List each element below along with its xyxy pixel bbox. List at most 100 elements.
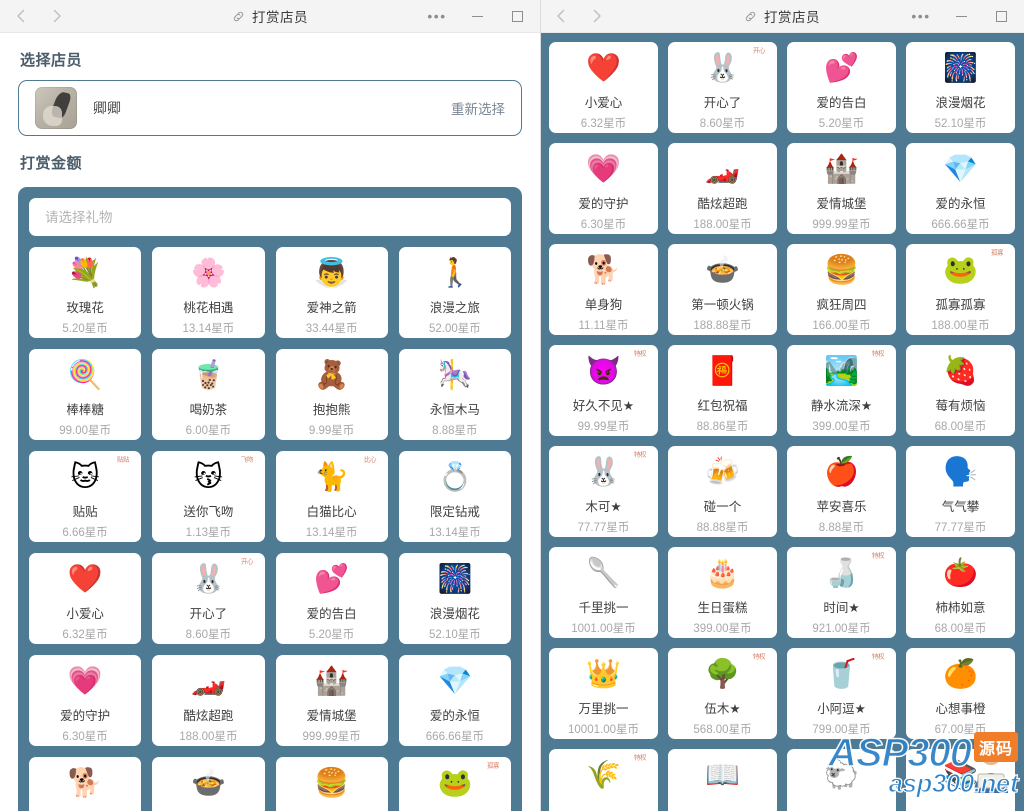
gift-name: 气气攀 [941,500,980,514]
gift-card[interactable]: 👼 爱神之箭 33.44星币 [275,247,388,338]
gift-card[interactable]: 💕 爱的告白 5.20星币 [275,553,388,644]
gift-card[interactable]: 开心 🐰 开心了 8.60星币 [668,42,777,133]
gift-card[interactable]: 📚 [906,749,1015,811]
minimize-button[interactable] [470,9,484,23]
gift-card[interactable]: 💕 爱的告白 5.20星币 [787,42,896,133]
more-options-button[interactable]: ••• [911,9,929,23]
more-options-button[interactable]: ••• [427,9,445,23]
gift-image-icon: 🎆 [437,563,473,594]
gift-name: 伍木★ [704,702,741,716]
gift-name: 红包祝福 [697,399,748,413]
gift-price: 188.00星币 [179,731,238,743]
gift-price: 52.00星币 [428,323,481,335]
gift-card[interactable]: 特权 👿 好久不见★ 99.99星币 [549,345,658,436]
gift-card[interactable]: 特权 🍶 时间★ 921.00星币 [787,547,896,638]
gift-card[interactable]: 开心 🐰 开心了 8.60星币 [152,553,265,644]
gift-grid-right: ❤️ 小爱心 6.32星币 开心 🐰 开心了 8.60星币 💕 爱的告白 5.20星币 🎆 浪漫烟花 5… [549,42,1015,811]
gift-card[interactable]: 🎂 生日蛋糕 399.00星币 [668,547,777,638]
maximize-button[interactable] [510,9,524,23]
gift-card[interactable]: 🍲第一顿火锅188.88星币 [152,757,265,811]
gift-card[interactable]: 🚶 浪漫之旅 52.00星币 [398,247,511,338]
avatar [35,87,77,129]
gift-search-input[interactable] [43,208,497,226]
back-icon[interactable] [554,9,568,23]
gift-card[interactable]: 🎠 永恒木马 8.88星币 [398,349,511,440]
gift-image-icon: 🎆 [943,52,978,83]
gift-price: 10001.00星币 [568,724,639,736]
gift-name: 孤寡孤寡 [430,807,480,811]
gift-image-icon: 🍻 [705,456,740,487]
gift-card[interactable]: 飞吻 😽 送你飞吻 1.13星币 [152,451,265,542]
gift-card[interactable]: 🧋 喝奶茶 6.00星币 [152,349,265,440]
gift-card[interactable]: 🍎 苹安喜乐 8.88星币 [787,446,896,537]
gift-card[interactable]: 比心 🐈 白猫比心 13.14星币 [275,451,388,542]
gift-search-box[interactable] [29,198,511,236]
gift-card[interactable]: 🥄 千里挑一 1001.00星币 [549,547,658,638]
gift-card[interactable]: 🍭 棒棒糖 99.00星币 [29,349,142,440]
gift-card[interactable]: 特权 🏞️ 静水流深★ 399.00星币 [787,345,896,436]
gift-card[interactable]: ❤️ 小爱心 6.32星币 [29,553,142,644]
gift-badge: 特权 [872,350,884,358]
gift-card[interactable]: 💍 限定钻戒 13.14星币 [398,451,511,542]
gift-card[interactable]: 🍔疯狂周四166.00星币 [275,757,388,811]
gift-card[interactable]: 特权 🥤 小阿逗★ 799.00星币 [787,648,896,739]
gift-price: 999.99星币 [302,731,361,743]
gift-card[interactable]: 🍊 心想事橙 67.00星币 [906,648,1015,739]
gift-card[interactable]: 特权 🐰 木可★ 77.77星币 [549,446,658,537]
back-icon[interactable] [14,9,28,23]
forward-icon[interactable] [50,9,64,23]
gift-card[interactable]: 🍅 柿柿如意 68.00星币 [906,547,1015,638]
gift-card[interactable]: 💗 爱的守护 6.30星币 [549,143,658,234]
gift-card[interactable]: 🏰 爱情城堡 999.99星币 [787,143,896,234]
gift-price: 52.10星币 [934,118,987,130]
selected-staff-card[interactable]: 卿卿 重新选择 [18,80,522,136]
gift-card[interactable]: 🐕单身狗11.11星币 [549,244,658,335]
maximize-button[interactable] [994,9,1008,23]
gift-price: 11.11星币 [578,320,629,332]
gift-card[interactable]: 🍔疯狂周四166.00星币 [787,244,896,335]
gift-image-icon: 🐕 [67,767,103,798]
gift-card[interactable]: 🐑 [787,749,896,811]
gift-image-icon: 🚶 [437,257,473,288]
gift-card[interactable]: 🏰 爱情城堡 999.99星币 [275,655,388,746]
gift-card[interactable]: 🎆 浪漫烟花 52.10星币 [398,553,511,644]
gift-card[interactable]: 💎 爱的永恒 666.66星币 [906,143,1015,234]
gift-card[interactable]: 🌸 桃花相遇 13.14星币 [152,247,265,338]
gift-card[interactable]: 📖 [668,749,777,811]
reselect-button[interactable]: 重新选择 [451,98,505,118]
gift-name: 万里挑一 [578,702,629,716]
gift-card[interactable]: 孤寡🐸孤寡孤寡188.00星币 [906,244,1015,335]
gift-card[interactable]: 🏎️ 酷炫超跑 188.00星币 [668,143,777,234]
forward-icon[interactable] [590,9,604,23]
gift-name: 浪漫之旅 [429,301,480,315]
gift-name: 好久不见★ [572,399,635,413]
gift-card[interactable]: 🗣️ 气气攀 77.77星币 [906,446,1015,537]
gift-card[interactable]: 🏎️ 酷炫超跑 188.00星币 [152,655,265,746]
gift-card[interactable]: 贴贴 🐱 贴贴 6.66星币 [29,451,142,542]
gift-badge: 比心 [363,456,376,464]
gift-image-icon: 💕 [824,52,859,83]
minimize-button[interactable] [954,9,968,23]
gift-card[interactable]: 🍲第一顿火锅188.88星币 [668,244,777,335]
gift-card[interactable]: 🧧 红包祝福 88.86星币 [668,345,777,436]
amount-section-title: 打赏金额 [20,155,83,172]
gift-card[interactable]: ❤️ 小爱心 6.32星币 [549,42,658,133]
gift-image-icon: 💐 [67,257,103,288]
gift-card[interactable]: 🧸 抱抱熊 9.99星币 [275,349,388,440]
left-nav-arrows [0,9,64,23]
gift-card[interactable]: 🍓 莓有烦恼 68.00星币 [906,345,1015,436]
gift-card[interactable]: 🐕单身狗11.11星币 [29,757,142,811]
gift-card[interactable]: 特权 🌾 [549,749,658,811]
gift-card[interactable]: 💎 爱的永恒 666.66星币 [398,655,511,746]
gift-card[interactable]: 💗 爱的守护 6.30星币 [29,655,142,746]
gift-image-icon: 🎠 [437,359,473,390]
gift-card[interactable]: 特权 🌳 伍木★ 568.00星币 [668,648,777,739]
gift-card[interactable]: 🍻 碰一个 88.88星币 [668,446,777,537]
gift-card[interactable]: 👑 万里挑一 10001.00星币 [549,648,658,739]
gift-price: 399.00星币 [693,623,752,635]
gift-card[interactable]: 孤寡🐸孤寡孤寡188.00星币 [398,757,511,811]
gift-card[interactable]: 💐 玫瑰花 5.20星币 [29,247,142,338]
gift-image-icon: 🧋 [190,359,226,390]
gift-image-icon: 🗣️ [943,456,978,487]
gift-card[interactable]: 🎆 浪漫烟花 52.10星币 [906,42,1015,133]
